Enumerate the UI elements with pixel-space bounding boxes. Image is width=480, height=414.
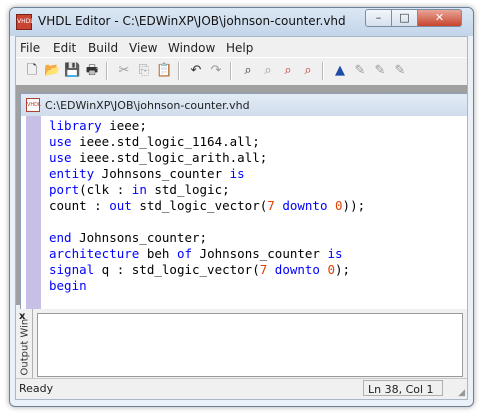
cut-icon[interactable]: ✂ (116, 63, 132, 79)
toolbar-separator (230, 62, 232, 80)
code-line: port(clk : in std_logic; (49, 182, 230, 197)
document-window: VHDL C:\EDWinXP\JOB\johnson-counter.vhd … (20, 93, 467, 310)
toolbar-separator (178, 62, 180, 80)
main-window: VHDL VHDL Editor - C:\EDWinXP\JOB\johnso… (9, 7, 474, 407)
tool4-icon[interactable]: ✎ (392, 63, 408, 79)
new-file-icon[interactable]: 🗋 (24, 63, 40, 79)
close-button[interactable]: ✕ (417, 9, 462, 27)
code-line: entity Johnsons_counter is (49, 166, 245, 181)
output-window-label: Output Win (19, 318, 31, 376)
status-bar: Ready Ln 38, Col 1 ◢ (16, 378, 467, 399)
title-bar[interactable]: VHDL VHDL Editor - C:\EDWinXP\JOB\johnso… (10, 8, 473, 36)
maximize-button[interactable]: □ (391, 9, 418, 27)
paste-icon[interactable]: 📋 (156, 63, 172, 79)
mdi-area: VHDL C:\EDWinXP\JOB\johnson-counter.vhd … (16, 85, 467, 310)
menu-window[interactable]: Window (168, 41, 215, 55)
code-line: end Johnsons_counter; (49, 230, 208, 245)
output-side-bar: x Output Win (16, 309, 33, 383)
cursor-position: Ln 38, Col 1 (363, 380, 443, 396)
code-text[interactable]: library ieee; use ieee.std_logic_1164.all… (49, 118, 365, 294)
app-frame: File Edit Build View Window Help 🗋 📂 💾 🖶… (15, 36, 468, 400)
compile-icon[interactable]: ▲ (332, 63, 348, 79)
code-line: use ieee.std_logic_1164.all; (49, 134, 260, 149)
find-next-icon[interactable]: ⌕ (280, 63, 296, 79)
menu-file[interactable]: File (20, 41, 40, 55)
minimize-button[interactable]: – (365, 9, 392, 27)
code-line: signal q : std_logic_vector(7 downto 0); (49, 262, 351, 277)
find-icon[interactable]: ⌕ (240, 63, 256, 79)
window-title: VHDL Editor - C:\EDWinXP\JOB\johnson-cou… (38, 14, 346, 28)
status-text: Ready (19, 382, 54, 395)
code-line: architecture beh of Johnsons_counter is (49, 246, 343, 261)
menu-view[interactable]: View (129, 41, 157, 55)
redo-icon[interactable]: ↷ (208, 63, 224, 79)
menu-bar: File Edit Build View Window Help (16, 37, 467, 57)
menu-build[interactable]: Build (88, 41, 118, 55)
find-prev-icon[interactable]: ⌕ (300, 63, 316, 79)
tool3-icon[interactable]: ✎ (372, 63, 388, 79)
replace-icon[interactable]: ⌕ (260, 63, 276, 79)
toolbar-separator (322, 62, 324, 80)
editor-gutter (26, 116, 41, 309)
vhdl-app-icon: VHDL (16, 14, 34, 30)
code-line: use ieee.std_logic_arith.all; (49, 150, 268, 165)
code-line: begin (49, 278, 87, 293)
code-line: library ieee; (49, 118, 147, 133)
open-folder-icon[interactable]: 📂 (44, 63, 60, 79)
tool2-icon[interactable]: ✎ (352, 63, 368, 79)
undo-icon[interactable]: ↶ (188, 63, 204, 79)
output-window: x Output Win (16, 309, 467, 383)
document-title: C:\EDWinXP\JOB\johnson-counter.vhd (45, 99, 250, 112)
print-icon[interactable]: 🖶 (84, 63, 100, 79)
copy-icon[interactable]: ⎘ (136, 63, 152, 79)
code-line: count : out std_logic_vector(7 downto 0)… (49, 198, 366, 213)
vhdl-file-icon: VHDL (26, 98, 41, 112)
menu-edit[interactable]: Edit (53, 41, 76, 55)
output-pane[interactable] (37, 313, 463, 377)
save-icon[interactable]: 💾 (64, 63, 80, 79)
menu-help[interactable]: Help (226, 41, 253, 55)
code-editor[interactable]: library ieee; use ieee.std_logic_1164.all… (21, 116, 467, 309)
toolbar-separator (106, 62, 108, 80)
document-title-bar[interactable]: VHDL C:\EDWinXP\JOB\johnson-counter.vhd (21, 94, 467, 116)
resize-grip-icon[interactable]: ◢ (458, 388, 465, 398)
toolbar: 🗋 📂 💾 🖶 ✂ ⎘ 📋 ↶ ↷ ⌕ ⌕ ⌕ ⌕ ▲ ✎ ✎ ✎ (16, 57, 467, 86)
